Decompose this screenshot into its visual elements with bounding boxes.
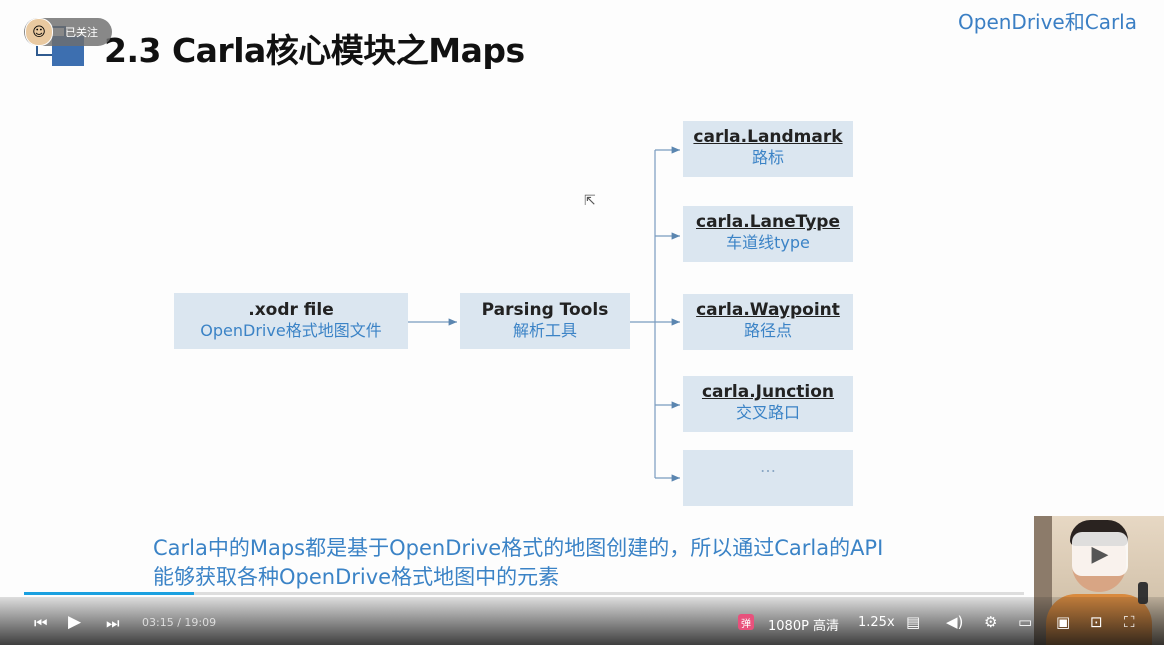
mouse-cursor-icon: ⇱ bbox=[584, 193, 596, 209]
target-box-subtitle: 路径点 bbox=[743, 321, 792, 340]
fullscreen-icon[interactable]: ⛶ bbox=[1124, 613, 1135, 631]
parser-box-title: Parsing Tools bbox=[481, 300, 609, 320]
speed-selector[interactable]: 1.25x bbox=[858, 615, 895, 630]
target-box-subtitle: 交叉路口 bbox=[735, 403, 800, 422]
video-frame[interactable]: 2.3 Carla核心模块之Maps OpenDrive和Carla ☺ 已关注… bbox=[0, 0, 1164, 645]
target-box-ellipsis: … bbox=[760, 457, 776, 476]
target-box-subtitle: 路标 bbox=[751, 148, 784, 167]
big-play-button[interactable]: ▶ bbox=[1072, 532, 1128, 576]
prev-icon[interactable]: ⏮ bbox=[34, 614, 48, 632]
source-box-title: .xodr file bbox=[248, 300, 334, 320]
next-icon[interactable]: ⏭ bbox=[106, 614, 120, 632]
target-box-subtitle: 车道线type bbox=[726, 233, 810, 252]
target-box-junction: carla.Junction 交叉路口 bbox=[683, 376, 853, 432]
parser-box-subtitle: 解析工具 bbox=[512, 321, 577, 340]
target-box-title: carla.Junction bbox=[701, 382, 835, 402]
play-icon[interactable]: ▶ bbox=[68, 612, 81, 632]
progress-fill[interactable] bbox=[24, 592, 194, 595]
danmu-toggle-icon[interactable]: 弹 bbox=[738, 614, 754, 630]
target-box-more: … bbox=[683, 450, 853, 506]
target-box-waypoint: carla.Waypoint 路径点 bbox=[683, 294, 853, 350]
time-display: 03:15 / 19:09 bbox=[142, 616, 217, 629]
source-box: .xodr file OpenDrive格式地图文件 bbox=[174, 293, 408, 349]
source-box-subtitle: OpenDrive格式地图文件 bbox=[200, 321, 382, 340]
caption-line-1: Carla中的Maps都是基于OpenDrive格式的地图创建的，所以通过Car… bbox=[153, 536, 884, 560]
pip-icon[interactable]: ▭ bbox=[1018, 613, 1032, 631]
parser-box: Parsing Tools 解析工具 bbox=[460, 293, 630, 349]
webfullscreen-icon[interactable]: ⊡ bbox=[1090, 613, 1103, 631]
settings-icon[interactable]: ⚙ bbox=[984, 613, 997, 631]
target-box-landmark: carla.Landmark 路标 bbox=[683, 121, 853, 177]
quality-selector[interactable]: 1080P 高清 bbox=[768, 615, 839, 634]
slide-caption: Carla中的Maps都是基于OpenDrive格式的地图创建的，所以通过Car… bbox=[153, 534, 883, 592]
target-box-title: carla.LaneType bbox=[696, 212, 840, 232]
subtitle-icon[interactable]: ▤ bbox=[906, 613, 920, 631]
volume-icon[interactable]: ◀) bbox=[946, 613, 963, 631]
widescreen-icon[interactable]: ▣ bbox=[1056, 613, 1070, 631]
target-box-lanetype: carla.LaneType 车道线type bbox=[683, 206, 853, 262]
caption-line-2: 能够获取各种OpenDrive格式地图中的元素 bbox=[153, 565, 560, 589]
target-box-title: carla.Landmark bbox=[693, 127, 843, 147]
target-box-title: carla.Waypoint bbox=[696, 300, 840, 320]
play-icon: ▶ bbox=[1091, 541, 1109, 567]
